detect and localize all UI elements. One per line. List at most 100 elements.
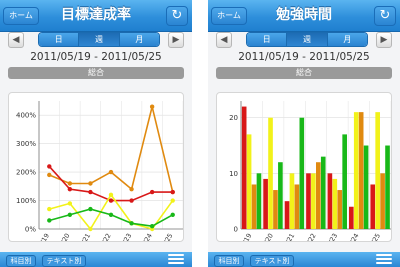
bar [246, 134, 252, 229]
x-tick-label: 5/24 [140, 232, 154, 242]
bar [268, 117, 273, 229]
bar [256, 173, 262, 229]
next-period-button[interactable]: ▶ [376, 32, 392, 48]
bar [370, 184, 376, 229]
x-tick-label: 5/25 [160, 232, 174, 242]
bar [349, 206, 354, 229]
subject-button[interactable]: 科目別 [6, 255, 36, 267]
x-tick-label: 5/23 [325, 232, 339, 242]
bar [320, 156, 326, 229]
x-tick-label: 5/21 [78, 232, 92, 242]
achievement-line-chart: 0% 100% 200% 300% 400% 5/19 5/20 5/21 5/22 5/23 5/… [8, 92, 184, 242]
x-tick-label: 5/25 [368, 232, 382, 242]
bar [241, 106, 247, 229]
text-button[interactable]: テキスト別 [250, 255, 294, 267]
bar [311, 173, 316, 229]
bar [263, 178, 268, 229]
x-tick-label: 5/20 [57, 232, 71, 242]
data-point [170, 212, 175, 217]
tab-month[interactable]: 月 [327, 33, 367, 46]
section-header: 総合 [216, 67, 392, 79]
bar [273, 190, 278, 229]
data-point [67, 186, 73, 192]
bar [289, 173, 295, 229]
data-point [170, 189, 175, 195]
bar [306, 173, 311, 229]
home-button[interactable]: ホーム [3, 7, 39, 25]
section-header: 総合 [8, 67, 184, 79]
y-tick-label: 0% [25, 226, 36, 234]
y-tick-label: 100% [16, 197, 36, 205]
data-point [67, 181, 73, 186]
series-line [48, 106, 174, 193]
tab-month[interactable]: 月 [119, 33, 159, 46]
home-button[interactable]: ホーム [211, 7, 247, 25]
y-tick-label: 0 [234, 226, 238, 234]
list-icon[interactable] [376, 254, 392, 266]
subject-button[interactable]: 科目別 [214, 255, 244, 267]
bottom-toolbar: 科目別 テキスト別 [0, 252, 192, 267]
data-point [170, 198, 175, 203]
bar [337, 190, 343, 229]
data-point [67, 212, 73, 217]
data-point [108, 169, 114, 175]
bar [380, 173, 385, 229]
y-tick-label: 400% [16, 112, 36, 120]
data-point [67, 201, 73, 206]
data-point [149, 189, 155, 195]
bar [342, 134, 347, 229]
data-point [129, 186, 134, 192]
bar [385, 145, 390, 229]
data-point [149, 104, 155, 109]
bar [363, 145, 369, 229]
y-tick-label: 10 [229, 170, 238, 178]
tab-week[interactable]: 週 [287, 33, 328, 46]
data-point [108, 192, 114, 198]
data-point [88, 189, 93, 195]
x-tick-label: 5/20 [261, 232, 275, 242]
x-tick-label: 5/21 [282, 232, 296, 242]
bar [316, 162, 321, 229]
list-icon[interactable] [168, 254, 184, 266]
bar [278, 162, 283, 229]
line-chart-svg: 0% 100% 200% 300% 400% 5/19 5/20 5/21 5/22 5/23 5/… [16, 101, 183, 242]
data-point [47, 164, 52, 169]
data-point [47, 218, 52, 223]
data-point [88, 226, 93, 232]
prev-period-button[interactable]: ◀ [8, 32, 24, 48]
achievement-screen: 目標達成率 ホーム ↻ ◀ 日 週 月 ▶ 2011/05/19 - 2011/… [0, 0, 192, 267]
data-point [88, 181, 93, 186]
next-period-button[interactable]: ▶ [168, 32, 184, 48]
refresh-icon[interactable]: ↻ [166, 6, 188, 26]
data-point [47, 206, 52, 212]
data-point [149, 223, 155, 229]
x-tick-label: 5/19 [239, 232, 253, 242]
nav-bar: 目標達成率 ホーム ↻ [0, 0, 192, 32]
nav-bar: 勉強時間 ホーム ↻ [208, 0, 400, 32]
bar [251, 184, 257, 229]
bar [284, 201, 290, 229]
prev-period-button[interactable]: ◀ [216, 32, 232, 48]
x-tick-label: 5/24 [346, 232, 360, 242]
data-point [108, 212, 114, 217]
tab-day[interactable]: 日 [247, 33, 288, 46]
study-time-screen: 勉強時間 ホーム ↻ ◀ 日 週 月 ▶ 2011/05/19 - 2011/0… [208, 0, 400, 267]
tab-day[interactable]: 日 [39, 33, 80, 46]
period-segmented-control: 日 週 月 [38, 32, 160, 47]
date-range: 2011/05/19 - 2011/05/25 [30, 51, 162, 63]
bar-chart-svg: 0 10 20 5/19 5/20 5/21 5/22 5/23 5/24 5/25 [229, 101, 391, 242]
y-tick-label: 300% [16, 140, 36, 148]
data-point [108, 198, 114, 203]
text-button[interactable]: テキスト別 [42, 255, 86, 267]
x-tick-label: 5/22 [303, 232, 317, 242]
y-tick-label: 200% [16, 169, 36, 177]
bar [294, 184, 300, 229]
study-time-bar-chart: 0 10 20 5/19 5/20 5/21 5/22 5/23 5/24 5/25 [216, 92, 392, 242]
x-tick-label: 5/22 [98, 232, 112, 242]
bar [327, 173, 333, 229]
refresh-icon[interactable]: ↻ [374, 6, 396, 26]
tab-week[interactable]: 週 [79, 33, 120, 46]
data-point [129, 198, 134, 203]
series-line [49, 208, 174, 227]
date-range: 2011/05/19 - 2011/05/25 [238, 51, 370, 63]
